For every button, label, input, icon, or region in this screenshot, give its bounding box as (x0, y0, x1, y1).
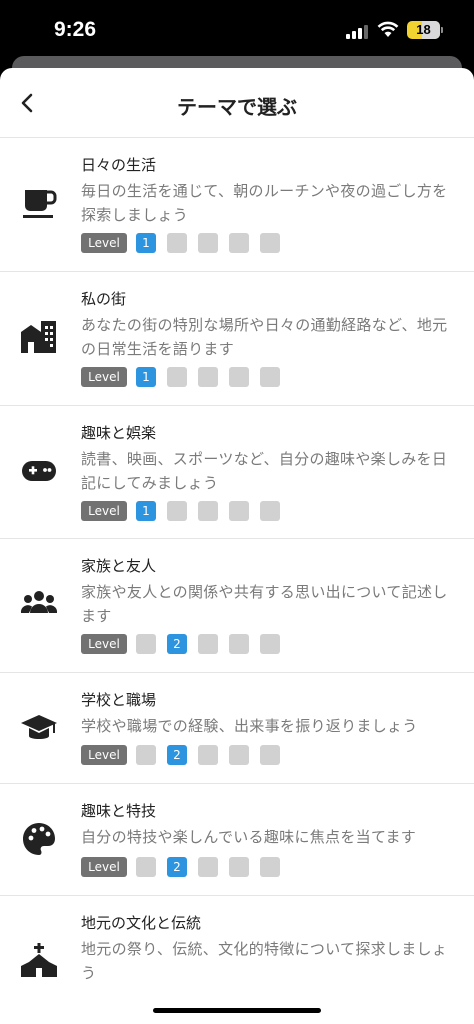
level-2-box (167, 233, 187, 253)
level-1-box (136, 857, 156, 877)
level-4-box (229, 634, 249, 654)
level-row: Level 2 (81, 857, 291, 877)
level-2-box: 2 (167, 857, 187, 877)
level-tag: Level (81, 367, 127, 387)
level-3-box (198, 857, 218, 877)
level-4-box (229, 501, 249, 521)
theme-item-hobbies-skills[interactable]: 趣味と特技 自分の特技や楽しんでいる趣味に焦点を当てます Level 2 (0, 784, 474, 896)
theme-title: 趣味と特技 (81, 802, 157, 820)
theme-select-sheet: テーマで選ぶ 日々の生活 毎日の生活を通じて、朝のルーチンや夜の過ごし方を探索し… (0, 68, 474, 1024)
level-5-box (260, 233, 280, 253)
theme-title: 家族と友人 (81, 557, 157, 575)
theme-description: 地元の祭り、伝統、文化的特徴について探求しましょう (81, 940, 448, 982)
theme-item-daily-life[interactable]: 日々の生活 毎日の生活を通じて、朝のルーチンや夜の過ごし方を探索しましょう Le… (0, 138, 474, 272)
theme-item-my-town[interactable]: 私の街 あなたの街の特別な場所や日々の通勤経路など、地元の日常生活を語ります L… (0, 272, 474, 406)
theme-title: 趣味と娯楽 (81, 424, 157, 442)
church-icon (21, 943, 57, 977)
theme-description: あなたの街の特別な場所や日々の通勤経路など、地元の日常生活を語ります (81, 316, 448, 358)
level-tag: Level (81, 857, 127, 877)
home-indicator (153, 1008, 321, 1013)
city-buildings-icon (21, 321, 56, 353)
theme-title: 日々の生活 (81, 156, 157, 174)
battery-level: 18 (416, 22, 431, 37)
level-tag: Level (81, 501, 127, 521)
cellular-signal-icon (346, 24, 372, 39)
nav-bar: テーマで選ぶ (0, 68, 474, 138)
theme-title: 地元の文化と伝統 (81, 914, 202, 932)
level-3-box (198, 634, 218, 654)
theme-item-local-culture[interactable]: 地元の文化と伝統 地元の祭り、伝統、文化的特徴について探求しましょう (0, 896, 474, 1024)
level-tag: Level (81, 233, 127, 253)
level-3-box (198, 501, 218, 521)
theme-item-school-work[interactable]: 学校と職場 学校や職場での経験、出来事を振り返りましょう Level 2 (0, 673, 474, 784)
level-1-box: 1 (136, 233, 156, 253)
level-1-box: 1 (136, 367, 156, 387)
theme-description: 読書、映画、スポーツなど、自分の趣味や楽しみを日記にしてみましょう (81, 450, 448, 492)
page-title: テーマで選ぶ (177, 95, 297, 119)
level-2-box: 2 (167, 634, 187, 654)
level-3-box (198, 233, 218, 253)
theme-description: 毎日の生活を通じて、朝のルーチンや夜の過ごし方を探索しましょう (81, 182, 448, 224)
level-4-box (229, 367, 249, 387)
gamepad-icon (22, 461, 56, 481)
level-2-box (167, 501, 187, 521)
theme-description: 自分の特技や楽しんでいる趣味に焦点を当てます (81, 828, 417, 846)
theme-title: 私の街 (81, 290, 127, 308)
theme-title: 学校と職場 (81, 691, 157, 709)
level-tag: Level (81, 745, 127, 765)
wifi-icon (377, 21, 399, 37)
level-row: Level 1 (81, 501, 291, 521)
theme-description: 学校や職場での経験、出来事を振り返りましょう (81, 717, 418, 735)
level-row: Level 1 (81, 367, 291, 387)
level-row: Level 1 (81, 233, 291, 253)
level-1-box (136, 745, 156, 765)
level-5-box (260, 634, 280, 654)
graduation-cap-icon (21, 715, 57, 739)
coffee-cup-icon (23, 190, 57, 218)
theme-item-hobbies-entertainment[interactable]: 趣味と娯楽 読書、映画、スポーツなど、自分の趣味や楽しみを日記にしてみましょう … (0, 406, 474, 539)
level-row: Level 2 (81, 634, 291, 654)
level-2-box (167, 367, 187, 387)
level-5-box (260, 501, 280, 521)
level-3-box (198, 745, 218, 765)
theme-item-family-friends[interactable]: 家族と友人 家族や友人との関係や共有する思い出について記述します Level 2 (0, 539, 474, 673)
level-1-box: 1 (136, 501, 156, 521)
level-5-box (260, 857, 280, 877)
level-4-box (229, 745, 249, 765)
level-4-box (229, 857, 249, 877)
people-group-icon (20, 591, 58, 613)
level-1-box (136, 634, 156, 654)
level-row: Level 2 (81, 745, 291, 765)
level-3-box (198, 367, 218, 387)
palette-icon (23, 823, 55, 855)
status-bar: 9:26 18 (0, 0, 474, 58)
level-4-box (229, 233, 249, 253)
level-5-box (260, 745, 280, 765)
level-5-box (260, 367, 280, 387)
level-tag: Level (81, 634, 127, 654)
battery-icon: 18 (407, 21, 440, 39)
theme-description: 家族や友人との関係や共有する思い出について記述します (81, 583, 448, 625)
status-time: 9:26 (54, 18, 97, 41)
level-2-box: 2 (167, 745, 187, 765)
